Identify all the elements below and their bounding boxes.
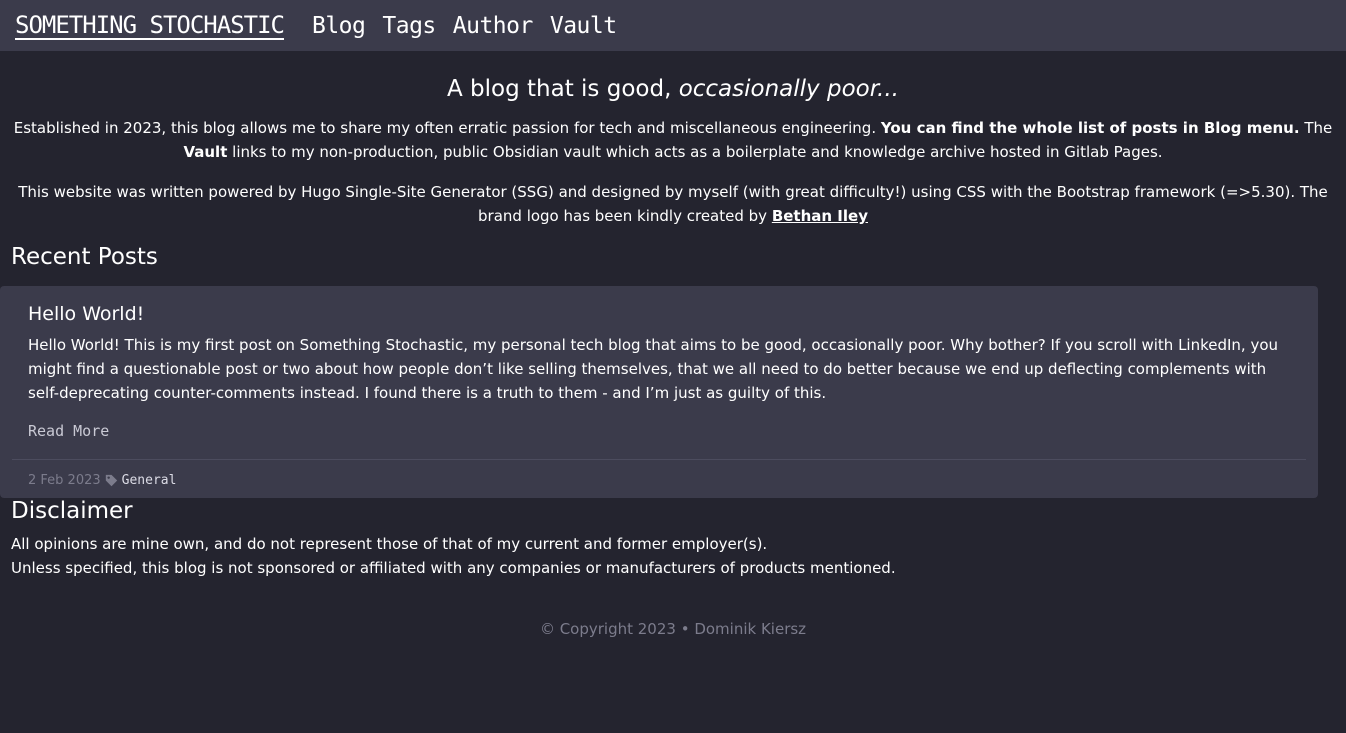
tag-icon [105,474,118,487]
vault-mention: Vault [183,143,228,161]
intro-text: Established in 2023, this blog allows me… [13,119,877,137]
tagline-emphasis: occasionally poor... [678,76,899,102]
navbar: SOMETHING STOCHASTIC Blog Tags Author Va… [0,0,1346,51]
post-card-footer: 2 Feb 2023 General [12,459,1306,498]
post-card: Hello World! Hello World! This is my fir… [0,286,1318,498]
intro-paragraph-2: This website was written powered by Hugo… [8,180,1338,228]
tagline-main: A blog that is good, [447,76,672,102]
post-tag-general[interactable]: General [122,473,177,488]
intro-bold-text: You can find the whole list of posts in … [880,119,1300,137]
nav-link-tags[interactable]: Tags [382,13,436,39]
page-footer: © Copyright 2023 • Dominik Kiersz [539,620,807,638]
recent-posts-heading: Recent Posts [11,244,158,270]
intro-paragraph-1: Established in 2023, this blog allows me… [8,116,1338,164]
tagline: A blog that is good, occasionally poor..… [8,76,1338,102]
nav-link-vault[interactable]: Vault [550,13,617,39]
post-excerpt: Hello World! This is my first post on So… [28,336,1279,402]
post-title[interactable]: Hello World! [28,303,1290,325]
intro-text: The [1304,119,1333,137]
bethan-iley-link[interactable]: Bethan Iley [772,207,868,225]
intro-section: A blog that is good, occasionally poor..… [0,76,1346,228]
disclaimer-line: All opinions are mine own, and do not re… [11,535,768,553]
disclaimer-line: Unless specified, this blog is not spons… [11,559,896,577]
post-card-body: Hello World! Hello World! This is my fir… [0,286,1318,459]
disclaimer-text: All opinions are mine own, and do not re… [0,532,1346,580]
nav-link-blog[interactable]: Blog [312,13,366,39]
intro-text: links to my non-production, public Obsid… [232,143,1163,161]
nav-link-author[interactable]: Author [453,13,534,39]
disclaimer-heading: Disclaimer [11,498,133,524]
post-date: 2 Feb 2023 [28,473,101,488]
intro-text: This website was written powered by Hugo… [18,183,1328,225]
read-more-link[interactable]: Read More [28,422,109,440]
brand-logo-link[interactable]: SOMETHING STOCHASTIC [15,12,285,40]
